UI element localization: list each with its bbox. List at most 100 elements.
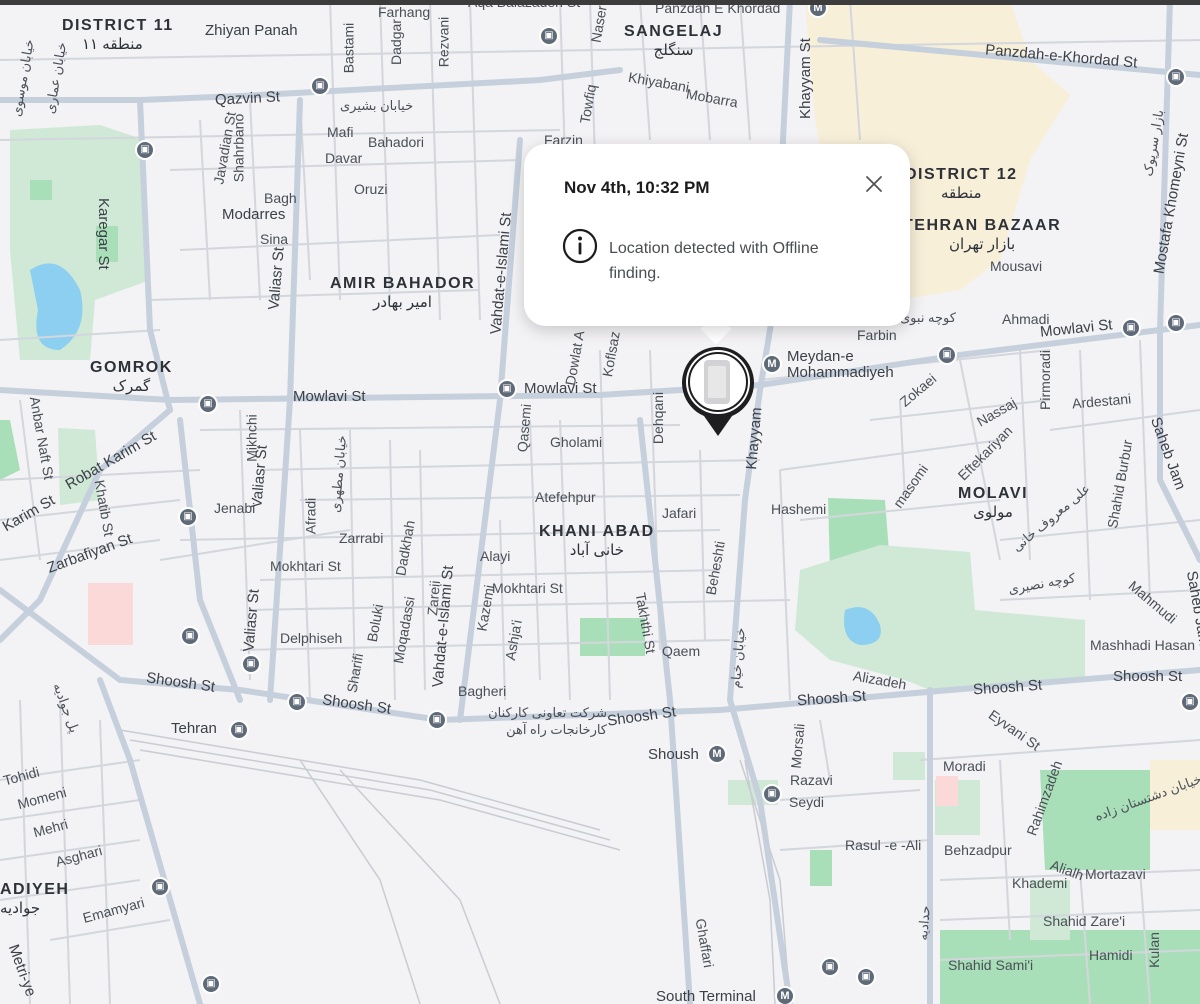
street-label: Zhiyan Panah — [205, 22, 298, 39]
street-label: Farbin — [857, 327, 897, 343]
street-label: Farhang — [378, 4, 431, 20]
bus-stop-icon[interactable]: ▣ — [229, 720, 249, 740]
street-label: Karegar St — [95, 198, 112, 270]
location-popup: Nov 4th, 10:32 PM Location detected with… — [524, 144, 910, 326]
bus-stop-icon[interactable]: ▣ — [241, 654, 261, 674]
tehran-bazaar-label: TEHRAN BAZAAR بازار تهران — [903, 217, 1062, 253]
popup-message: Location detected with Offline finding. — [609, 240, 819, 282]
street-label: Behzadpur — [944, 842, 1012, 858]
valiasr-low-road — [177, 417, 243, 703]
park-edge — [0, 420, 20, 480]
bus-stop-icon[interactable]: ▣ — [856, 967, 876, 987]
street-label: Dadgar — [387, 19, 404, 65]
khani-abad-label: KHANI ABAD خانی آباد — [539, 523, 655, 559]
bus-stop-icon[interactable]: ▣ — [150, 877, 170, 897]
info-icon — [562, 228, 598, 264]
street-label: Qazvin St — [214, 88, 281, 109]
street-label: Mashhadi Hasan — [1090, 637, 1196, 653]
street-label: Hamidi — [1089, 947, 1133, 963]
metro-station-icon[interactable]: M — [762, 354, 782, 374]
map-view[interactable]: DISTRICT 11 منطقه ۱۱ SANGELAJ سنگلج DISTRI… — [0, 0, 1200, 1004]
park-small-3 — [580, 618, 645, 656]
street-label: Mafi — [327, 124, 354, 140]
street-label: Kulan — [1145, 932, 1162, 968]
street-label: Shahrbano — [230, 113, 247, 183]
top-edge-bar — [0, 0, 1200, 5]
street-label: Shahid Zare'i — [1043, 913, 1126, 929]
station-label: Tehran — [171, 720, 217, 737]
bus-stop-icon[interactable]: ▣ — [287, 692, 307, 712]
street-label: Khademi — [1012, 875, 1068, 891]
street-label: Ahmadi — [1002, 311, 1050, 327]
street-label: Mokhtari St — [492, 580, 563, 596]
park-small-5 — [893, 752, 925, 780]
street-label: Jenabi — [214, 500, 256, 516]
street-label: Jafari — [662, 505, 697, 521]
street-label: Atefehpur — [535, 489, 596, 505]
street-label: Oruzi — [354, 181, 388, 197]
street-label: Gholami — [550, 434, 603, 450]
bus-stop-icon[interactable]: ▣ — [497, 379, 517, 399]
street-label: Hashemi — [771, 501, 827, 517]
park-small-6 — [810, 850, 832, 886]
street-label: Seydi — [789, 794, 825, 810]
metro-station-icon[interactable]: M — [707, 744, 727, 764]
street-label: خیابان بشیری — [340, 98, 414, 113]
bus-stop-icon[interactable]: ▣ — [178, 507, 198, 527]
bus-stop-icon[interactable]: ▣ — [1180, 692, 1200, 712]
street-label: Mokhtari St — [270, 558, 341, 574]
street-label: Pirmoradi — [1036, 350, 1053, 410]
street-label: کوچه نبوی — [900, 310, 956, 325]
bus-stop-icon[interactable]: ▣ — [1121, 318, 1141, 338]
street-label: Mowlavi St — [293, 388, 366, 405]
bus-stop-icon[interactable]: ▣ — [1166, 313, 1186, 333]
park-east-2 — [795, 545, 1085, 690]
street-label: Rezvani — [435, 16, 452, 68]
bus-stop-icon[interactable]: ▣ — [180, 626, 200, 646]
street-label: Zarrabi — [339, 530, 384, 546]
bus-stop-icon[interactable]: ▣ — [427, 710, 447, 730]
popup-timestamp: Nov 4th, 10:32 PM — [564, 178, 710, 197]
bus-stop-icon[interactable]: ▣ — [310, 76, 330, 96]
street-label: حدادیه — [914, 904, 933, 941]
street-label: Bahadori — [368, 134, 425, 150]
street-label: Shoosh St — [1113, 668, 1183, 685]
bus-stop-icon[interactable]: ▣ — [201, 974, 221, 994]
hospital-area-2 — [936, 776, 958, 806]
metro-station-icon[interactable]: M — [775, 986, 795, 1004]
district-11-label: DISTRICT 11 منطقه ۱۱ — [62, 17, 174, 53]
street-label: Alayi — [480, 548, 511, 564]
street-label: Bastami — [340, 22, 357, 74]
bus-stop-icon[interactable]: ▣ — [539, 26, 559, 46]
street-label: Dehqani — [650, 391, 667, 445]
bus-stop-icon[interactable]: ▣ — [135, 140, 155, 160]
district-12-label: DISTRICT 12 منطقه — [905, 166, 1018, 202]
street-label: Davar — [325, 150, 363, 166]
street-label: Mohammadiyeh — [787, 364, 894, 381]
street-label: Meydan-e — [787, 348, 854, 365]
sangelaj-label: SANGELAJ سنگلج — [624, 23, 724, 59]
street-label: Mousavi — [990, 258, 1043, 274]
street-label: Shahid Sami'i — [948, 957, 1034, 973]
street-label: Modarres — [222, 206, 286, 223]
bus-stop-icon[interactable]: ▣ — [820, 957, 840, 977]
street-label: Moradi — [943, 758, 986, 774]
street-label: Qaem — [662, 643, 701, 659]
street-label: Delphiseh — [280, 630, 343, 646]
molavi-label: MOLAVI مولوی — [958, 485, 1029, 521]
park-small-2 — [30, 180, 52, 200]
bus-stop-icon[interactable]: ▣ — [762, 784, 782, 804]
bus-stop-icon[interactable]: ▣ — [1166, 67, 1186, 87]
street-label: Mortazavi — [1085, 866, 1146, 882]
street-label: Mowlavi St — [524, 380, 597, 397]
poi-label: شرکت تعاونی کارکنان کارخانجات راه آهن — [488, 705, 607, 737]
street-label: Razavi — [790, 772, 833, 788]
bus-stop-icon[interactable]: ▣ — [937, 345, 957, 365]
bus-stop-icon[interactable]: ▣ — [198, 394, 218, 414]
amir-bahador-label: AMIR BAHADOR امیر بهادر — [330, 275, 476, 311]
device-location-pin-icon[interactable] — [680, 346, 756, 438]
close-icon[interactable] — [862, 172, 886, 196]
street-label: Bagh — [264, 190, 297, 206]
street-label: Afradi — [302, 497, 319, 535]
hospital-area — [88, 583, 133, 645]
